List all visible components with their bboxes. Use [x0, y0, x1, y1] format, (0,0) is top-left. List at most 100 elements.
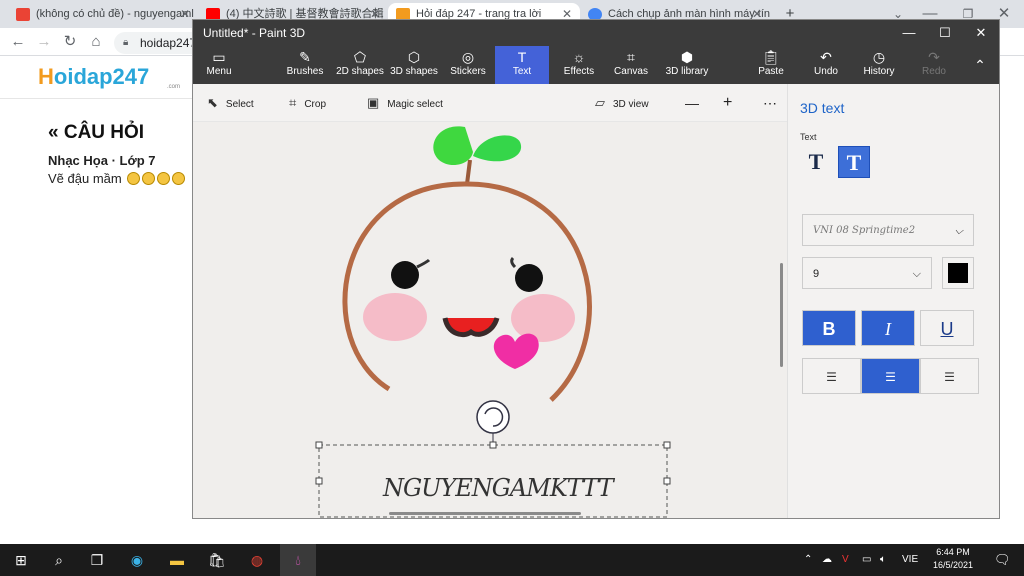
- close-icon[interactable]: ✕: [963, 20, 999, 46]
- font-size-dropdown[interactable]: 9 ⌵: [802, 257, 932, 289]
- italic-button[interactable]: I: [861, 310, 915, 346]
- reload-icon[interactable]: ↻: [60, 32, 80, 52]
- back-icon[interactable]: ←: [8, 32, 28, 52]
- chevron-down-icon: ⌵: [954, 224, 963, 237]
- color-swatch: [948, 263, 968, 283]
- tab-gmail[interactable]: (không có chủ đề) - nguyengaml ✕: [8, 3, 198, 27]
- task-view-icon[interactable]: ❐: [84, 548, 110, 572]
- question-text: Vẽ đậu mầm: [48, 171, 186, 186]
- resize-handle[interactable]: [315, 441, 323, 449]
- close-tab-icon[interactable]: ✕: [180, 3, 190, 25]
- undo-button[interactable]: ↶ Undo: [809, 46, 843, 84]
- collapse-ribbon-icon[interactable]: ⌃: [965, 46, 995, 84]
- system-clock[interactable]: 6:44 PM 16/5/2021: [924, 546, 982, 572]
- clock-date: 16/5/2021: [932, 560, 974, 570]
- search-icon[interactable]: ⌕: [46, 548, 72, 572]
- left-eyelash: [416, 258, 431, 269]
- vertical-scrollbar[interactable]: [780, 263, 783, 367]
- panel-title: 3D text: [800, 100, 845, 116]
- site-logo[interactable]: Hoidap247 .com: [38, 64, 180, 90]
- sprout-stem: [465, 159, 472, 185]
- zoom-out-icon[interactable]: —: [685, 84, 699, 122]
- underline-button[interactable]: U: [920, 310, 974, 346]
- effects-button[interactable]: ☼ Effects: [559, 46, 599, 84]
- bold-button[interactable]: B: [802, 310, 856, 346]
- home-icon[interactable]: ⌂: [86, 32, 106, 52]
- drawing-canvas[interactable]: NGUYENGAMKTTT: [193, 122, 787, 518]
- window-title: Untitled* - Paint 3D: [203, 26, 306, 40]
- stickers-button[interactable]: ◎ Stickers: [447, 46, 489, 84]
- undo-icon: ↶: [820, 49, 832, 65]
- right-cheek: [511, 294, 575, 342]
- more-options-icon[interactable]: ⋯: [763, 84, 777, 122]
- emoji-icon: [157, 172, 171, 185]
- resize-handle[interactable]: [663, 477, 671, 485]
- volume-icon[interactable]: 🔈︎: [880, 544, 886, 576]
- 3d-library-label: 3D library: [665, 66, 709, 77]
- align-right-icon[interactable]: ☰: [920, 358, 979, 394]
- chrome-icon[interactable]: ◍: [244, 548, 270, 572]
- text-label: Text: [512, 66, 532, 77]
- text-color-picker[interactable]: [942, 257, 974, 289]
- canvas-icon: ⌗: [627, 49, 635, 65]
- crop-tool[interactable]: ⌗ Crop: [289, 84, 326, 122]
- history-button[interactable]: ◷ History: [859, 46, 899, 84]
- minimize-icon[interactable]: —: [891, 20, 927, 46]
- 3d-text-icon[interactable]: T: [838, 146, 870, 178]
- stickers-icon: ◎: [461, 49, 475, 65]
- tray-expand-icon[interactable]: ⌃: [804, 544, 812, 576]
- horizontal-scrollbar[interactable]: [389, 512, 581, 515]
- font-dropdown[interactable]: VNI 08 Springtime2 ⌵: [802, 214, 974, 246]
- align-center-icon[interactable]: ☰: [861, 358, 920, 394]
- edge-icon[interactable]: ◉: [124, 548, 150, 572]
- cloud-icon[interactable]: ☁: [822, 544, 832, 576]
- brush-icon: ✎: [299, 49, 311, 65]
- canvas-text[interactable]: NGUYENGAMKTTT: [382, 474, 617, 502]
- canvas-button[interactable]: ⌗ Canvas: [611, 46, 651, 84]
- 3d-view-toggle[interactable]: ▱ 3D view: [595, 84, 649, 122]
- paste-button[interactable]: 📋︎ Paste: [753, 46, 789, 84]
- window-titlebar: Untitled* - Paint 3D — ☐ ✕: [193, 20, 999, 46]
- maximize-icon[interactable]: ☐: [927, 20, 963, 46]
- forward-icon[interactable]: →: [34, 32, 54, 52]
- language-indicator[interactable]: VIE: [902, 544, 918, 576]
- magic-select-label: Magic select: [387, 99, 443, 110]
- file-explorer-icon[interactable]: ▬: [164, 548, 190, 572]
- antivirus-icon[interactable]: V: [842, 544, 849, 576]
- windows-start-icon[interactable]: ⊞: [8, 548, 34, 572]
- menu-button[interactable]: ▭ Menu: [199, 46, 239, 84]
- ribbon: ▭ Menu ✎ Brushes ⬠ 2D shapes ⬡ 3D shapes ◎ St…: [193, 46, 999, 84]
- 3d-library-icon: ⬢: [680, 49, 694, 65]
- stickers-label: Stickers: [450, 66, 486, 77]
- crop-icon: ⌗: [289, 95, 297, 110]
- resize-handle[interactable]: [489, 441, 497, 449]
- effects-icon: ☼: [572, 49, 586, 65]
- 3d-library-button[interactable]: ⬢ 3D library: [663, 46, 711, 84]
- clock-time: 6:44 PM: [936, 547, 970, 557]
- redo-button[interactable]: ↷ Redo: [917, 46, 951, 84]
- battery-icon[interactable]: ▭: [862, 544, 871, 576]
- align-left-icon[interactable]: ☰: [802, 358, 861, 394]
- resize-handle[interactable]: [315, 477, 323, 485]
- text-button[interactable]: T Text: [495, 46, 549, 84]
- zoom-in-icon[interactable]: +: [723, 84, 732, 122]
- brushes-button[interactable]: ✎ Brushes: [285, 46, 325, 84]
- right-eye: [515, 264, 543, 292]
- 2d-text-icon[interactable]: T: [800, 146, 832, 178]
- right-leaf: [473, 135, 522, 162]
- rotate-handle-icon[interactable]: [476, 400, 510, 434]
- left-leaf: [433, 126, 473, 166]
- paint3d-taskbar-icon[interactable]: 💧︎: [280, 544, 316, 576]
- paint3d-window: Untitled* - Paint 3D — ☐ ✕ ▭ Menu ✎ Brushe…: [192, 19, 1000, 519]
- 2d-shapes-button[interactable]: ⬠ 2D shapes: [335, 46, 385, 84]
- 3d-view-icon: ▱: [595, 95, 605, 110]
- resize-handle[interactable]: [663, 441, 671, 449]
- text-section-label: Text: [800, 132, 817, 142]
- store-icon[interactable]: 🛍︎: [204, 548, 230, 572]
- select-tool[interactable]: ⬉ Select: [207, 84, 254, 122]
- magic-select-tool[interactable]: ▣ Magic select: [367, 84, 443, 122]
- 3d-shapes-label: 3D shapes: [390, 66, 438, 77]
- notification-icon[interactable]: 🗨︎: [994, 544, 1011, 576]
- 3d-shapes-button[interactable]: ⬡ 3D shapes: [389, 46, 439, 84]
- brushes-label: Brushes: [286, 66, 324, 77]
